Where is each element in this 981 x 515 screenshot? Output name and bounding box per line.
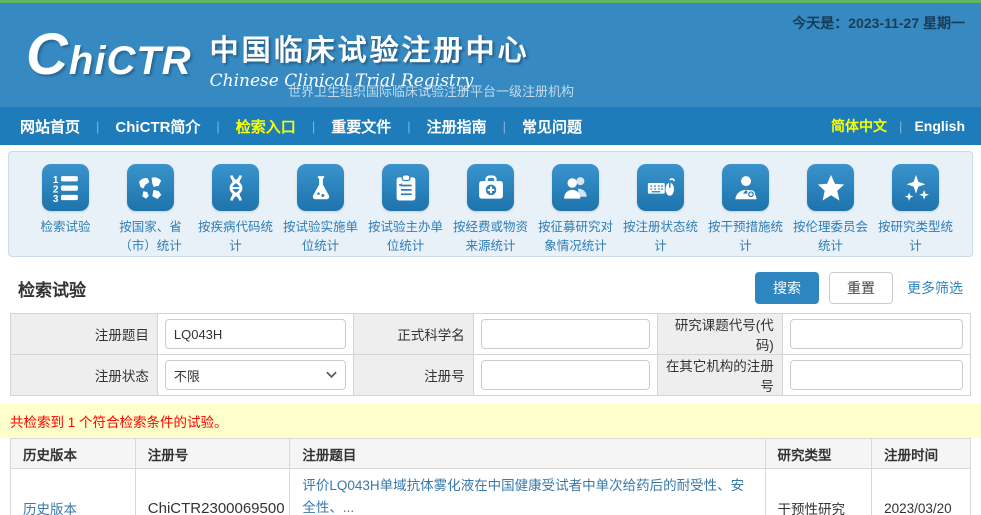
nav-item-registration-guide[interactable]: 注册指南 (423, 116, 491, 137)
medical-bag-icon (467, 164, 514, 211)
logo-initial: C (26, 22, 69, 87)
nav-separator: | (503, 119, 506, 134)
site-title-cn: 中国临床试验注册中心 (210, 27, 530, 69)
world-map-icon (127, 164, 174, 211)
reg-status-label: 注册状态 (11, 355, 158, 396)
nav-separator: | (407, 119, 410, 134)
sparkles-icon (892, 164, 939, 211)
col-reg-number: 注册号 (135, 439, 290, 469)
search-form: 注册题目 正式科学名 研究课题代号(代码) 注册状态 不限 注册号 在其它机构的… (10, 313, 971, 396)
reset-button[interactable]: 重置 (829, 272, 893, 304)
trial-reg-date: 2023/03/20 (884, 501, 952, 515)
table-row: 历史版本 ChiCTR2300069500 评价LQ043H单域抗体雾化液在中国… (11, 469, 971, 515)
search-section-title: 检索试验 (18, 276, 86, 301)
project-code-input[interactable] (790, 319, 963, 349)
nav-separator: | (312, 119, 315, 134)
stat-item-by-sponsor-unit[interactable]: 按试验主办单位统计 (363, 164, 448, 248)
svg-text:3: 3 (52, 193, 58, 202)
reg-status-select[interactable]: 不限 (165, 360, 346, 390)
chevron-down-icon (326, 371, 337, 379)
history-version-link[interactable]: 历史版本 (23, 502, 77, 515)
who-subtitle: 世界卫生组织国际临床试验注册平台一级注册机构 (288, 81, 574, 100)
reg-number-input[interactable] (481, 360, 650, 390)
stat-item-by-implementing-unit[interactable]: 按试验实施单位统计 (278, 164, 363, 248)
col-history-version: 历史版本 (11, 439, 136, 469)
numbered-list-icon: 123 (42, 164, 89, 211)
reg-title-label: 注册题目 (11, 314, 158, 355)
search-button[interactable]: 搜索 (755, 272, 819, 304)
star-icon (807, 164, 854, 211)
project-code-label: 研究课题代号(代码) (658, 314, 783, 355)
stat-item-by-intervention[interactable]: 按干预措施统计 (703, 164, 788, 248)
dna-icon (212, 164, 259, 211)
scientific-name-label: 正式科学名 (353, 314, 473, 355)
people-group-icon (552, 164, 599, 211)
stat-item-search-trials[interactable]: 123 检索试验 (23, 164, 108, 248)
flask-icon (297, 164, 344, 211)
keyboard-mouse-icon (637, 164, 684, 211)
nav-item-home[interactable]: 网站首页 (16, 116, 84, 137)
stat-item-by-recruitment-status[interactable]: 按征募研究对象情况统计 (533, 164, 618, 248)
stat-item-by-ethics-committee[interactable]: 按伦理委员会统计 (788, 164, 873, 248)
logo-text: ChiCTR (26, 25, 192, 100)
col-reg-date: 注册时间 (872, 439, 971, 469)
results-header-row: 历史版本 注册号 注册题目 研究类型 注册时间 (11, 439, 971, 469)
scientific-name-input[interactable] (481, 319, 650, 349)
site-header: 今天是：2023-11-27 星期一 ChiCTR 中国临床试验注册中心 Chi… (0, 3, 981, 107)
today-date: 今天是：2023-11-27 星期一 (792, 13, 965, 33)
col-reg-title: 注册题目 (290, 439, 765, 469)
result-count-message: 共检索到 1 个符合检索条件的试验。 (0, 404, 981, 438)
more-filters-link[interactable]: 更多筛选 (907, 278, 963, 298)
nav-item-faq[interactable]: 常见问题 (518, 116, 586, 137)
trial-title-link[interactable]: 评价LQ043H单域抗体雾化液在中国健康受试者中单次给药后的耐受性、安全性、..… (302, 478, 744, 515)
reg-title-input[interactable] (165, 319, 346, 349)
nav-item-search-entry[interactable]: 检索入口 (232, 116, 300, 137)
lang-switch-english[interactable]: English (914, 118, 965, 134)
reg-status-selected-value: 不限 (174, 366, 200, 385)
nav-separator: | (96, 119, 99, 134)
stat-item-by-study-type[interactable]: 按研究类型统计 (873, 164, 958, 248)
reg-number-label: 注册号 (353, 355, 473, 396)
trial-reg-number: ChiCTR2300069500 (148, 500, 285, 515)
stat-item-by-country[interactable]: 按国家、省（市）统计 (108, 164, 193, 248)
trial-study-type: 干预性研究 (778, 502, 846, 515)
main-navbar: 网站首页 | ChiCTR简介 | 检索入口 | 重要文件 | 注册指南 | 常… (0, 107, 981, 145)
nav-separator: | (216, 119, 219, 134)
logo-rest: hiCTR (69, 39, 192, 83)
nav-item-about[interactable]: ChiCTR简介 (111, 116, 204, 137)
other-reg-number-input[interactable] (790, 360, 963, 390)
search-section-header: 检索试验 搜索 重置 更多筛选 (0, 261, 981, 313)
lang-switch-chinese[interactable]: 简体中文 (831, 116, 887, 136)
stat-item-by-funding-source[interactable]: 按经费或物资来源统计 (448, 164, 533, 248)
stat-item-by-disease-code[interactable]: 按疾病代码统计 (193, 164, 278, 248)
stat-item-by-registration-status[interactable]: 按注册状态统计 (618, 164, 703, 248)
nav-separator: | (899, 119, 902, 134)
doctor-icon (722, 164, 769, 211)
results-table: 历史版本 注册号 注册题目 研究类型 注册时间 历史版本 ChiCTR23000… (10, 438, 971, 515)
nav-item-important-docs[interactable]: 重要文件 (327, 116, 395, 137)
other-reg-number-label: 在其它机构的注册号 (658, 355, 783, 396)
col-study-type: 研究类型 (765, 439, 872, 469)
clipboard-icon (382, 164, 429, 211)
statistics-shortcut-bar: 123 检索试验 按国家、省（市）统计 按疾病代码统计 按试验实施单位统计 按试… (8, 151, 973, 257)
